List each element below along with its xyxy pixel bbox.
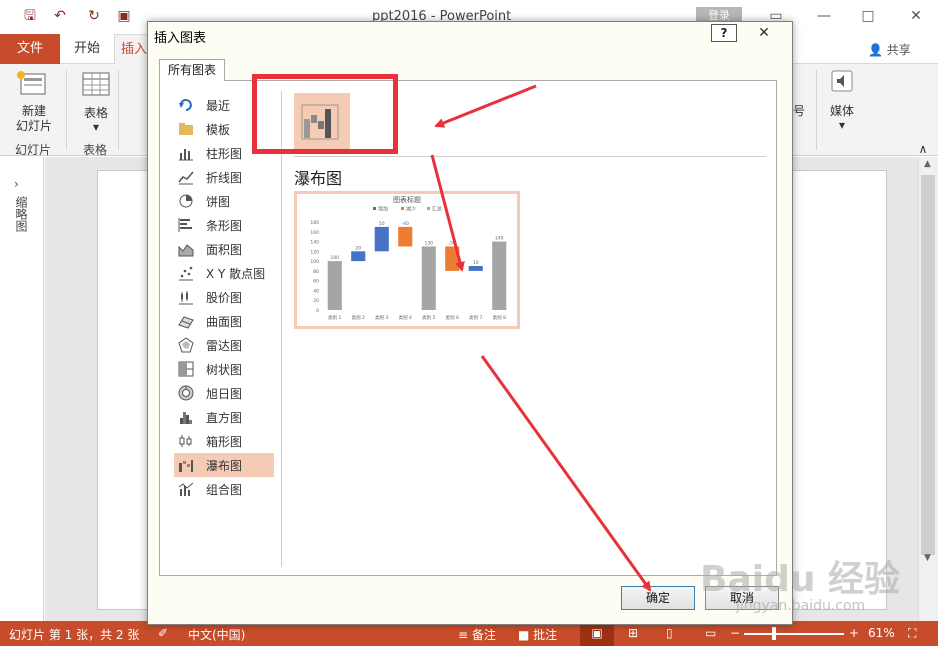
arrow-to-thumbnail xyxy=(434,84,537,128)
arrow-to-preview xyxy=(430,154,465,272)
arrow-to-ok xyxy=(480,355,652,592)
watermark-url: jingyan.baidu.com xyxy=(736,598,866,614)
watermark-logo: Baidu 经验 xyxy=(700,559,901,600)
tab-all-charts[interactable]: 所有图表 xyxy=(159,59,225,81)
